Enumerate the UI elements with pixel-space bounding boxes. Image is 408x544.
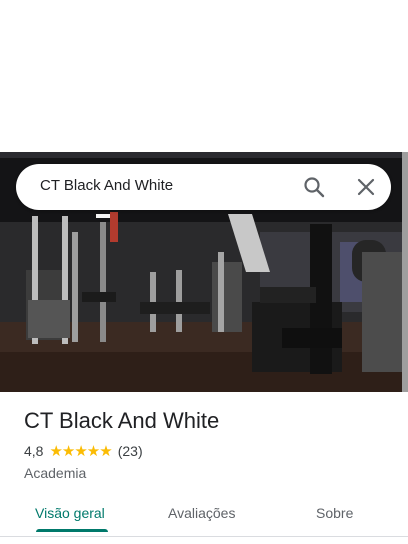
active-tab-indicator xyxy=(36,529,108,532)
rating-row[interactable]: 4,8 ★★★★★ (23) xyxy=(24,442,394,460)
close-icon[interactable] xyxy=(356,177,376,197)
star-rating-icon: ★★★★★ xyxy=(49,443,112,460)
place-category[interactable]: Academia xyxy=(24,465,394,481)
search-icon[interactable] xyxy=(303,176,325,198)
search-bar[interactable]: CT Black And White xyxy=(16,164,391,210)
place-tabs: Visão geral Avaliações Sobre xyxy=(0,496,408,536)
rating-value: 4,8 xyxy=(24,443,44,459)
scrollbar[interactable] xyxy=(402,152,408,392)
tab-overview[interactable]: Visão geral xyxy=(35,505,105,521)
tab-about[interactable]: Sobre xyxy=(316,505,353,521)
tab-reviews[interactable]: Avaliações xyxy=(168,505,235,521)
place-info: CT Black And White 4,8 ★★★★★ (23) Academ… xyxy=(24,406,394,481)
tab-divider xyxy=(0,536,408,537)
review-count[interactable]: (23) xyxy=(118,443,143,459)
place-title: CT Black And White xyxy=(24,408,220,433)
search-query[interactable]: CT Black And White xyxy=(40,177,173,194)
